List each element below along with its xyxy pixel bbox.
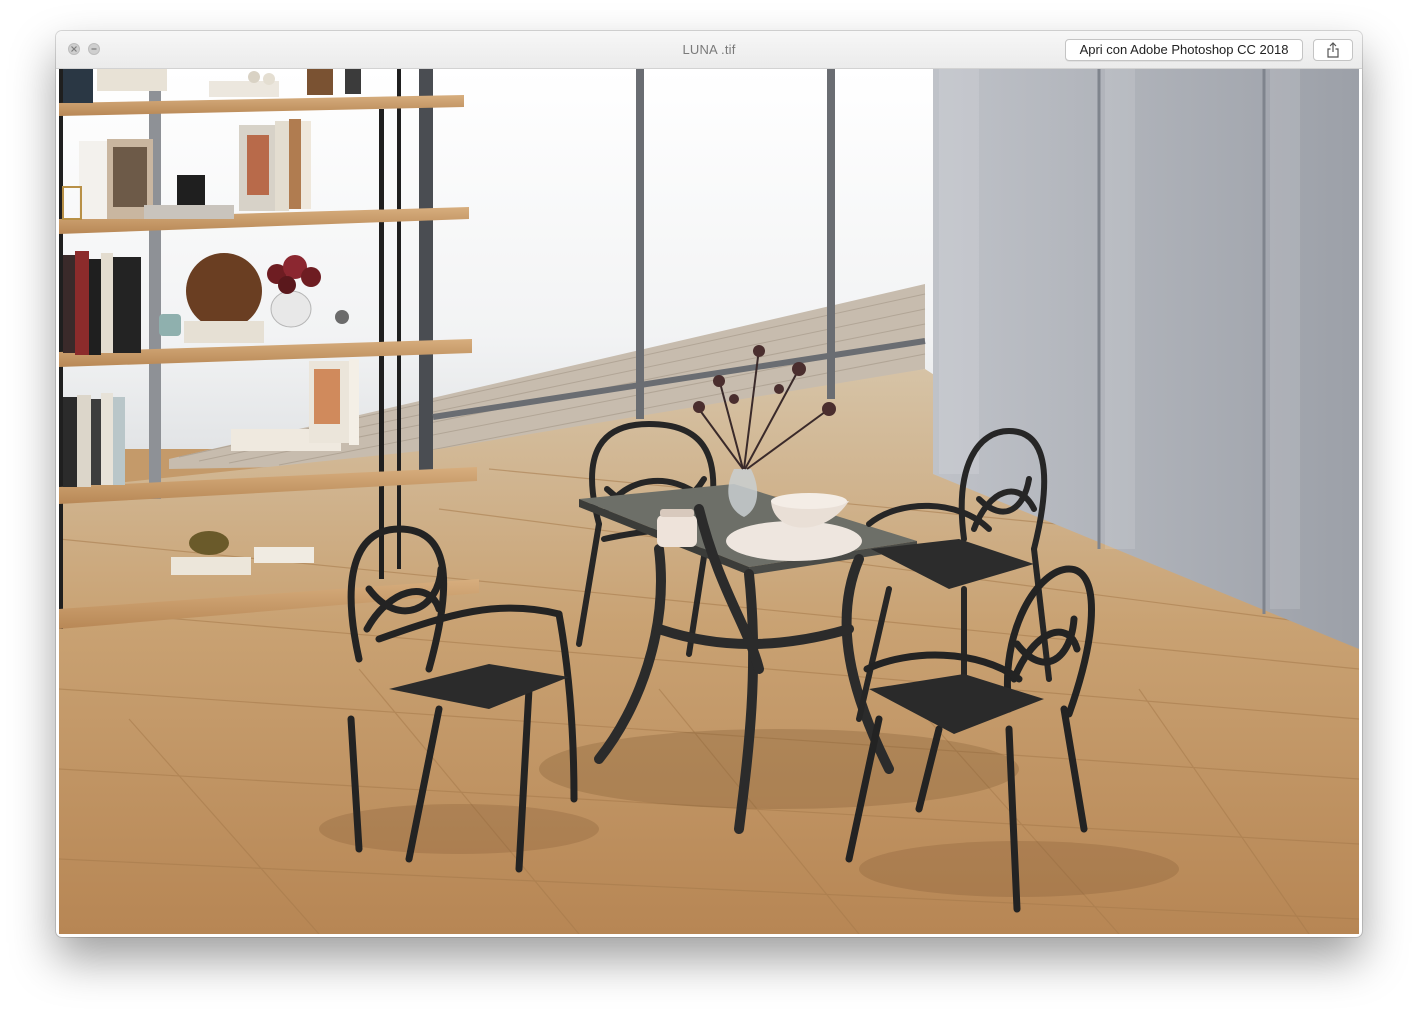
preview-window: LUNA .tif Apri con Adobe Photoshop CC 20…	[56, 31, 1362, 937]
room-photo	[59, 69, 1359, 934]
share-button[interactable]	[1313, 39, 1353, 61]
title-bar[interactable]: LUNA .tif Apri con Adobe Photoshop CC 20…	[56, 31, 1362, 69]
window-frame	[827, 69, 835, 399]
open-with-photoshop-button[interactable]: Apri con Adobe Photoshop CC 2018	[1065, 39, 1303, 61]
window-frame	[419, 69, 433, 479]
share-icon	[1327, 42, 1339, 58]
image-viewer	[59, 69, 1359, 934]
window-frame	[636, 69, 644, 419]
